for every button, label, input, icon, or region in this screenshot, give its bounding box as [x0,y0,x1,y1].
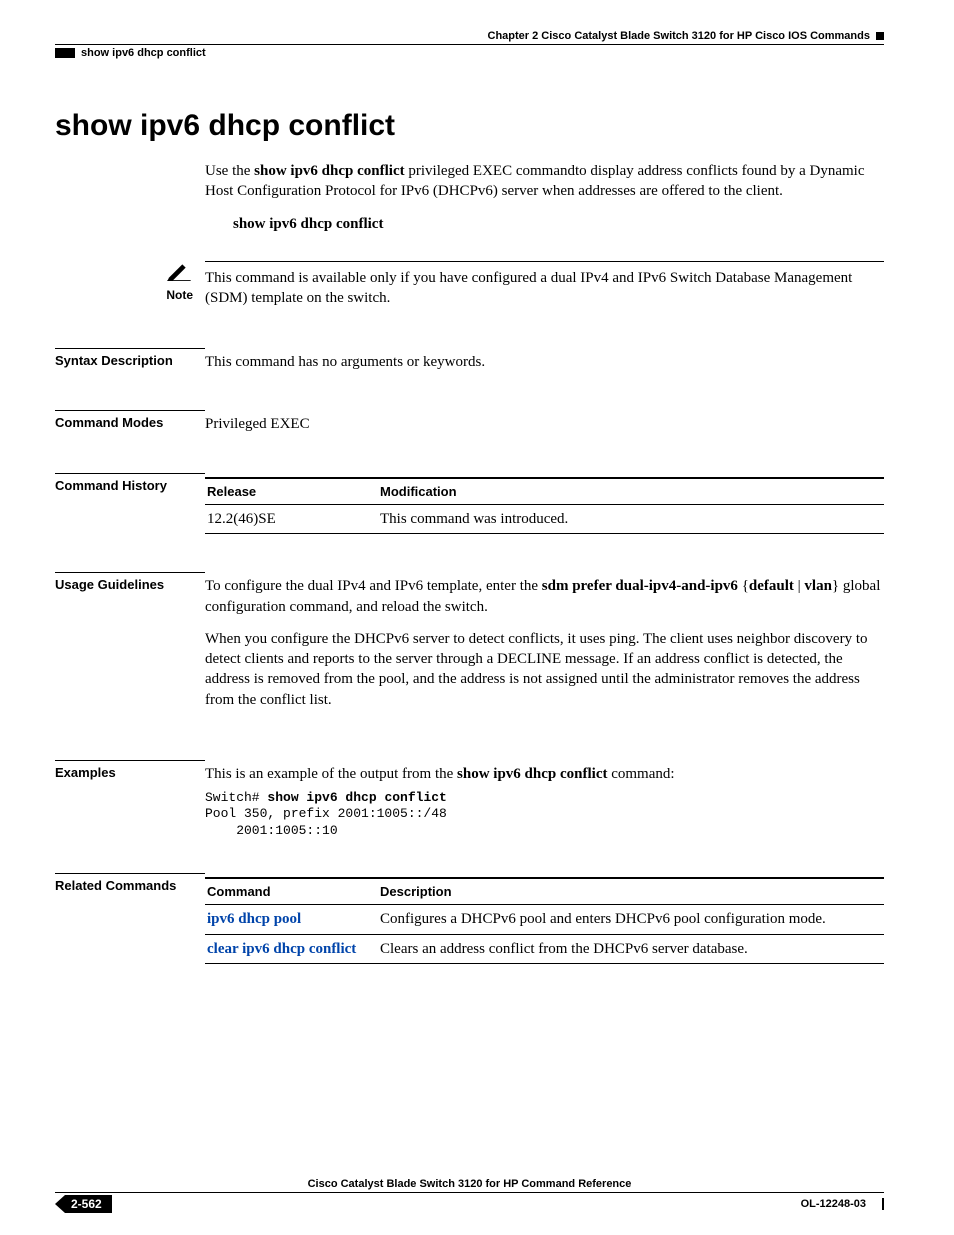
note-body: This command is available only if you ha… [205,261,884,309]
modification-cell: This command was introduced. [378,505,884,534]
chapter-text: Chapter 2 Cisco Catalyst Blade Switch 31… [488,30,870,42]
release-cell: 12.2(46)SE [205,505,378,534]
table-row: 12.2(46)SE This command was introduced. [205,505,884,534]
table-row: clear ipv6 dhcp conflict Clears an addre… [205,934,884,963]
code-line3: 2001:1005::10 [205,823,338,838]
command-link[interactable]: ipv6 dhcp pool [207,911,301,927]
table-row: ipv6 dhcp pool Configures a DHCPv6 pool … [205,905,884,934]
page-title: show ipv6 dhcp conflict [55,109,884,143]
usage-p1-c: { [738,578,749,594]
usage-p1-f: vlan [804,578,832,594]
related-commands-table: Command Description ipv6 dhcp pool Confi… [205,877,884,964]
usage-p1-a: To configure the dual IPv4 and IPv6 temp… [205,578,542,594]
command-link[interactable]: clear ipv6 dhcp conflict [207,941,356,957]
command-modes-label: Command Modes [55,410,205,434]
code-prompt: Switch# [205,790,267,805]
page-number-badge: 2-562 [65,1195,112,1213]
usage-guidelines-label: Usage Guidelines [55,572,205,722]
command-header: Command [205,878,378,905]
section-examples: Examples This is an example of the outpu… [55,760,884,839]
description-header: Description [378,878,884,905]
modification-header: Modification [378,478,884,505]
section-command-modes: Command Modes Privileged EXEC [55,410,884,434]
section-syntax-description: Syntax Description This command has no a… [55,348,884,372]
section-related-commands: Related Commands Command Description ipv… [55,873,884,964]
running-head-block [55,48,75,58]
footer-book-title: Cisco Catalyst Blade Switch 3120 for HP … [55,1178,884,1193]
command-history-label: Command History [55,473,205,535]
command-description: Configures a DHCPv6 pool and enters DHCP… [378,905,884,934]
code-line2: Pool 350, prefix 2001:1005::/48 [205,806,447,821]
examples-lead-a: This is an example of the output from th… [205,766,457,782]
code-cmd: show ipv6 dhcp conflict [267,790,446,805]
doc-id: OL-12248-03 [801,1198,866,1210]
running-head-text: show ipv6 dhcp conflict [81,47,206,59]
usage-p2: When you configure the DHCPv6 server to … [205,629,884,710]
command-description: Clears an address conflict from the DHCP… [378,934,884,963]
note-block: Note This command is available only if y… [55,261,884,309]
usage-p1-b: sdm prefer dual-ipv4-and-ipv6 [542,578,738,594]
usage-p1-d: default [749,578,794,594]
related-commands-label: Related Commands [55,873,205,964]
footer-end-mark [874,1198,884,1210]
syntax-description-label: Syntax Description [55,348,205,372]
table-header-row: Command Description [205,878,884,905]
intro-prefix: Use the [205,163,254,179]
syntax-description-body: This command has no arguments or keyword… [205,348,884,372]
pencil-icon [165,269,193,285]
syntax-usage-line: show ipv6 dhcp conflict [233,216,884,233]
section-usage-guidelines: Usage Guidelines To configure the dual I… [55,572,884,722]
note-label: Note [55,288,193,302]
chapter-header: Chapter 2 Cisco Catalyst Blade Switch 31… [55,30,884,45]
command-modes-body: Privileged EXEC [205,410,884,434]
intro-cmd: show ipv6 dhcp conflict [254,163,404,179]
section-command-history: Command History Release Modification 12.… [55,473,884,535]
examples-label: Examples [55,760,205,839]
table-header-row: Release Modification [205,478,884,505]
header-end-block [876,32,884,40]
release-header: Release [205,478,378,505]
page-footer: Cisco Catalyst Blade Switch 3120 for HP … [55,1178,884,1213]
usage-p1-e: | [794,578,805,594]
intro-paragraph: Use the show ipv6 dhcp conflict privileg… [205,161,884,233]
examples-lead-c: command: [607,766,674,782]
examples-lead-b: show ipv6 dhcp conflict [457,766,607,782]
usage-p1: To configure the dual IPv4 and IPv6 temp… [205,576,884,617]
example-code-block: Switch# show ipv6 dhcp conflict Pool 350… [205,790,884,839]
command-history-table: Release Modification 12.2(46)SE This com… [205,477,884,535]
running-head-row: show ipv6 dhcp conflict [55,47,884,59]
